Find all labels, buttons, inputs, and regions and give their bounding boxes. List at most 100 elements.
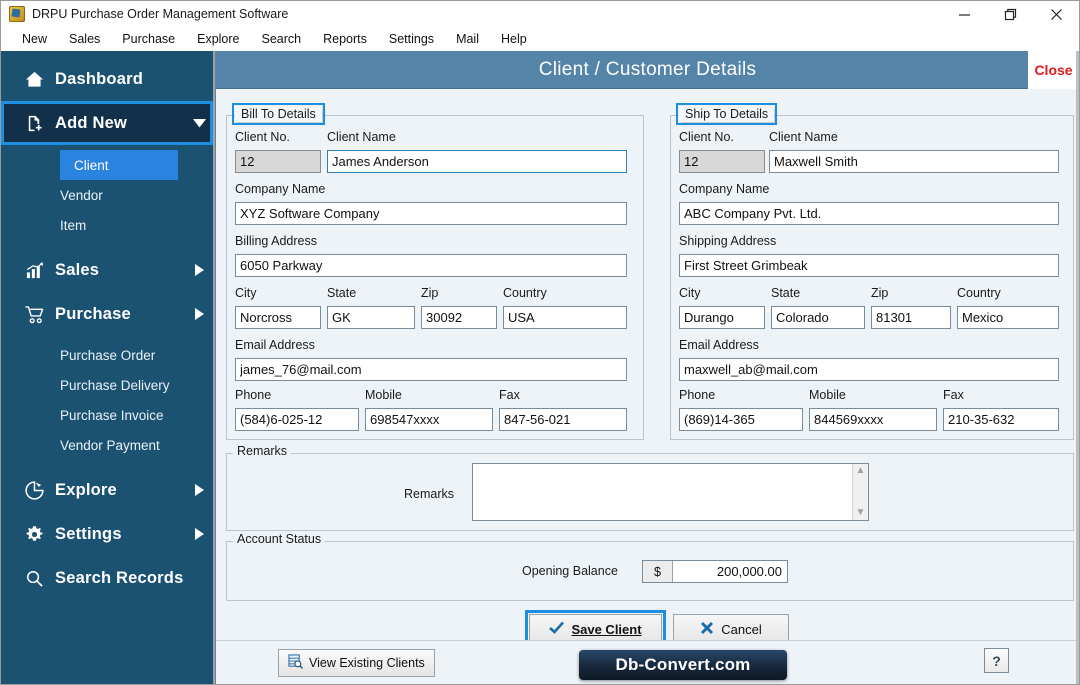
sidebar-item-vendor[interactable]: Vendor (1, 180, 213, 210)
bill-phone-input[interactable] (235, 408, 359, 431)
bill-country-input[interactable] (503, 306, 627, 329)
ship-city-label: City (679, 286, 701, 300)
remarks-scrollbar[interactable]: ▲ ▼ (852, 464, 868, 520)
close-icon[interactable] (1033, 1, 1079, 27)
ship-zip-input[interactable] (871, 306, 951, 329)
form-content: Bill To Details Client No. Client Name C… (216, 89, 1079, 648)
chevron-right-icon (185, 484, 213, 496)
bill-country-label: Country (503, 286, 547, 300)
menu-item-settings[interactable]: Settings (378, 29, 445, 49)
ship-state-label: State (771, 286, 801, 300)
bill-mobile-input[interactable] (365, 408, 493, 431)
opening-balance-label: Opening Balance (522, 564, 618, 578)
ship-fax-input[interactable] (943, 408, 1059, 431)
gear-icon (25, 525, 55, 544)
sidebar-item-client[interactable]: Client (60, 150, 178, 180)
bill-address-input[interactable] (235, 254, 627, 277)
ship-to-fieldset: Ship To Details Client No. Client Name C… (670, 103, 1074, 440)
ship-city-input[interactable] (679, 306, 765, 329)
sidebar-item-purchase-delivery[interactable]: Purchase Delivery (1, 370, 213, 400)
bill-email-input[interactable] (235, 358, 627, 381)
menu-item-search[interactable]: Search (251, 29, 313, 49)
opening-balance-field[interactable]: $ (642, 560, 788, 583)
remarks-textarea-wrapper[interactable]: ▲ ▼ (472, 463, 869, 521)
ship-mobile-input[interactable] (809, 408, 937, 431)
maximize-icon[interactable] (987, 1, 1033, 27)
sidebar-item-item-label: Item (60, 217, 87, 233)
sidebar-item-vendor-label: Vendor (60, 187, 103, 203)
account-status-legend: Account Status (233, 532, 326, 546)
bill-zip-input[interactable] (421, 306, 497, 329)
sidebar-item-sales[interactable]: Sales (1, 248, 213, 292)
minimize-icon[interactable] (941, 1, 987, 27)
menu-item-sales[interactable]: Sales (58, 29, 111, 49)
bill-client-no-input[interactable] (235, 150, 321, 173)
cross-icon (700, 621, 714, 638)
sidebar-item-search-records[interactable]: Search Records (1, 556, 213, 600)
shopping-cart-icon (25, 305, 55, 324)
menu-item-help[interactable]: Help (490, 29, 538, 49)
sidebar-item-client-label: Client (74, 157, 109, 173)
menu-item-new[interactable]: New (11, 29, 58, 49)
sidebar-item-purchase-order-label: Purchase Order (60, 347, 156, 363)
bill-fax-input[interactable] (499, 408, 627, 431)
sidebar-item-dashboard[interactable]: Dashboard (1, 57, 213, 101)
window-title: DRPU Purchase Order Management Software (32, 7, 289, 21)
sidebar-item-purchase-order[interactable]: Purchase Order (1, 340, 213, 370)
ship-phone-input[interactable] (679, 408, 803, 431)
sidebar-item-vendor-payment[interactable]: Vendor Payment (1, 430, 213, 460)
question-mark-icon[interactable]: ? (984, 648, 1009, 673)
ship-country-input[interactable] (957, 306, 1059, 329)
ship-state-input[interactable] (771, 306, 865, 329)
sidebar-item-add-new[interactable]: Add New (1, 101, 213, 145)
scroll-up-icon[interactable]: ▲ (856, 466, 866, 476)
chevron-right-icon (185, 264, 213, 276)
sidebar-item-purchase-invoice[interactable]: Purchase Invoice (1, 400, 213, 430)
ship-company-name-input[interactable] (679, 202, 1059, 225)
view-existing-clients-label: View Existing Clients (309, 656, 425, 670)
chevron-right-icon (185, 528, 213, 540)
bill-state-input[interactable] (327, 306, 415, 329)
menu-item-reports[interactable]: Reports (312, 29, 378, 49)
sidebar-item-purchase-delivery-label: Purchase Delivery (60, 377, 170, 393)
bill-to-fieldset: Bill To Details Client No. Client Name C… (226, 103, 644, 440)
bar-chart-icon (25, 261, 55, 280)
save-client-label: Save Client (571, 621, 642, 637)
sidebar-item-settings[interactable]: Settings (1, 512, 213, 556)
check-icon (549, 621, 565, 637)
remarks-legend: Remarks (233, 444, 292, 458)
close-panel-button[interactable]: Close (1028, 51, 1079, 89)
sidebar-item-purchase[interactable]: Purchase (1, 292, 213, 336)
ship-address-input[interactable] (679, 254, 1059, 277)
bill-to-legend[interactable]: Bill To Details (232, 103, 325, 125)
scroll-down-icon[interactable]: ▼ (856, 508, 866, 518)
brand-watermark: Db-Convert.com (579, 650, 787, 680)
ship-client-name-input[interactable] (769, 150, 1059, 173)
remarks-fieldset: Remarks Remarks ▲ ▼ (226, 444, 1074, 531)
sidebar-item-item[interactable]: Item (1, 210, 213, 240)
remarks-field-label: Remarks (404, 487, 455, 501)
menu-item-mail[interactable]: Mail (445, 29, 490, 49)
sidebar-item-explore[interactable]: Explore (1, 468, 213, 512)
menu-item-purchase[interactable]: Purchase (111, 29, 186, 49)
ship-email-input[interactable] (679, 358, 1059, 381)
sidebar-item-purchase-label: Purchase (55, 304, 131, 323)
vertical-scrollbar[interactable] (1076, 51, 1079, 684)
bill-client-name-input[interactable] (327, 150, 627, 173)
help-label: ? (992, 652, 1001, 669)
bill-email-label: Email Address (235, 338, 315, 352)
view-existing-clients-button[interactable]: View Existing Clients (278, 649, 435, 677)
sidebar-item-settings-label: Settings (55, 524, 122, 543)
menu-item-explore[interactable]: Explore (186, 29, 250, 49)
bottom-bar: View Existing Clients Db-Convert.com ? (216, 640, 1079, 684)
bill-city-input[interactable] (235, 306, 321, 329)
opening-balance-input[interactable] (673, 561, 787, 582)
application-window: DRPU Purchase Order Management Software … (0, 0, 1080, 685)
ship-phone-label: Phone (679, 388, 716, 402)
bill-company-name-input[interactable] (235, 202, 627, 225)
ship-client-no-input[interactable] (679, 150, 765, 173)
bill-phone-label: Phone (235, 388, 272, 402)
remarks-input[interactable] (473, 464, 852, 520)
ship-to-legend[interactable]: Ship To Details (675, 103, 778, 125)
ship-mobile-label: Mobile (809, 388, 846, 402)
